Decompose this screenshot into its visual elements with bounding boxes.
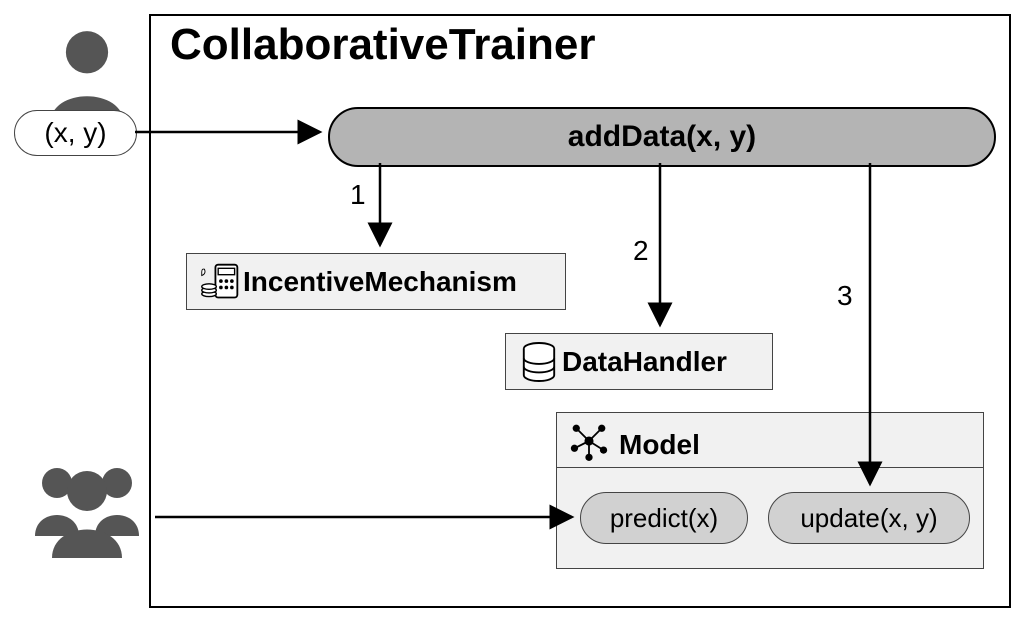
- network-icon: [569, 421, 609, 468]
- user-data-text: (x, y): [44, 117, 106, 149]
- add-data-method: addData(x, y): [328, 107, 996, 167]
- incentive-label: IncentiveMechanism: [243, 266, 517, 298]
- add-data-label: addData(x, y): [568, 120, 756, 154]
- diagram-stage: CollaborativeTrainer (x, y) addData(x, y…: [0, 0, 1024, 617]
- update-method: update(x, y): [768, 492, 970, 544]
- predict-method: predict(x): [580, 492, 748, 544]
- predict-label: predict(x): [610, 503, 718, 534]
- datahandler-label: DataHandler: [562, 346, 727, 378]
- users-icon: [17, 458, 157, 563]
- model-box: Model: [556, 412, 984, 569]
- trainer-title: CollaborativeTrainer: [170, 20, 595, 70]
- step-3-label: 3: [837, 280, 853, 312]
- database-icon: [516, 341, 562, 383]
- update-label: update(x, y): [800, 503, 937, 534]
- user-data-capsule: (x, y): [14, 110, 137, 156]
- model-label: Model: [619, 429, 700, 461]
- money-calc-icon: [197, 261, 243, 303]
- model-divider: [557, 467, 983, 468]
- incentive-mechanism-box: IncentiveMechanism: [186, 253, 566, 310]
- step-2-label: 2: [633, 235, 649, 267]
- step-1-label: 1: [350, 179, 366, 211]
- data-handler-box: DataHandler: [505, 333, 773, 390]
